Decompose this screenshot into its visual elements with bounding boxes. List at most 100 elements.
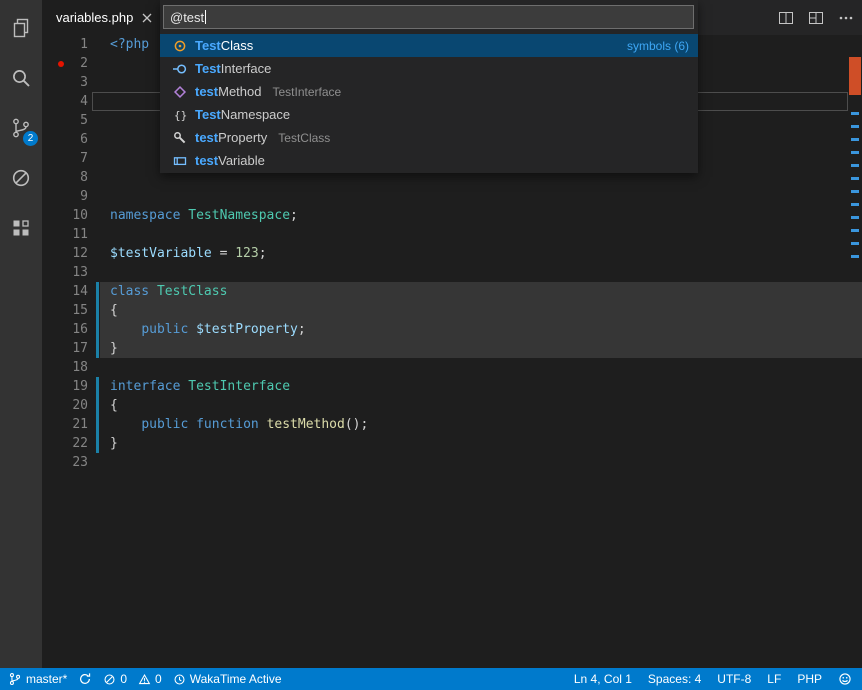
gutter: 13 — [42, 263, 100, 282]
line-number: 17 — [42, 339, 88, 358]
gutter: 7 — [42, 149, 100, 168]
git-modified-indicator — [96, 320, 99, 339]
code-text — [100, 187, 862, 206]
branch-icon — [8, 672, 22, 686]
gutter: 4 — [42, 92, 100, 111]
status-sync[interactable] — [78, 672, 92, 686]
quick-open-item-testProperty[interactable]: testPropertyTestClass — [160, 126, 698, 149]
code-line-18[interactable]: 18 — [42, 358, 862, 377]
code-text: interface TestInterface — [100, 377, 862, 396]
code-line-21[interactable]: 21 public function testMethod(); — [42, 415, 862, 434]
line-number: 4 — [42, 92, 88, 111]
quick-open-item-TestClass[interactable]: TestClasssymbols (6) — [160, 34, 698, 57]
quick-open-item-TestNamespace[interactable]: {} TestNamespace — [160, 103, 698, 126]
line-number: 15 — [42, 301, 88, 320]
git-modified-indicator — [96, 434, 99, 453]
code-line-22[interactable]: 22} — [42, 434, 862, 453]
symbol-property-icon — [172, 130, 188, 146]
code-line-23[interactable]: 23 — [42, 453, 862, 472]
code-text — [100, 358, 862, 377]
code-text — [100, 263, 862, 282]
quick-open-widget: @test TestClasssymbols (6)TestInterfacet… — [160, 0, 698, 173]
search-icon — [9, 66, 33, 90]
line-number: 6 — [42, 130, 88, 149]
quick-open-item-testVariable[interactable]: testVariable — [160, 149, 698, 172]
quick-open-item-TestInterface[interactable]: TestInterface — [160, 57, 698, 80]
status-warnings-label: 0 — [155, 672, 162, 686]
warning-icon — [138, 673, 151, 686]
status-eol-label: LF — [767, 672, 781, 686]
code-text: public function testMethod(); — [100, 415, 862, 434]
code-line-15[interactable]: 15 { — [42, 301, 862, 320]
svg-text:{}: {} — [174, 109, 187, 122]
activity-source-control-button[interactable]: 2 — [0, 103, 42, 153]
line-number: 10 — [42, 206, 88, 225]
line-number: 20 — [42, 396, 88, 415]
ruler-match-marker — [851, 216, 859, 219]
line-number: 3 — [42, 73, 88, 92]
code-text: { — [100, 301, 862, 320]
split-editor-icon[interactable] — [778, 10, 794, 26]
ruler-match-marker — [851, 138, 859, 141]
results-count: symbols (6) — [627, 39, 689, 53]
symbol-label: TestNamespace — [195, 107, 290, 122]
line-number: 5 — [42, 111, 88, 130]
status-wakatime[interactable]: WakaTime Active — [173, 672, 282, 686]
status-cursor-position[interactable]: Ln 4, Col 1 — [574, 672, 632, 686]
code-text: { — [100, 396, 862, 415]
status-indentation[interactable]: Spaces: 4 — [648, 672, 701, 686]
code-line-13[interactable]: 13 — [42, 263, 862, 282]
code-line-14[interactable]: 14class TestClass — [42, 282, 862, 301]
symbol-interface-icon — [172, 61, 188, 77]
code-line-17[interactable]: 17} — [42, 339, 862, 358]
status-errors[interactable]: 0 — [103, 672, 127, 686]
status-branch[interactable]: master* — [8, 672, 67, 686]
ruler-match-marker — [851, 151, 859, 154]
status-eol[interactable]: LF — [767, 672, 781, 686]
code-line-12[interactable]: 12$testVariable = 123; — [42, 244, 862, 263]
status-bar: master* 0 0 WakaTime Active Ln 4, Col 1 Spac… — [0, 668, 862, 690]
code-line-20[interactable]: 20 { — [42, 396, 862, 415]
tab-variables-php[interactable]: variables.php — [42, 0, 162, 35]
text-cursor — [205, 10, 206, 24]
code-line-16[interactable]: 16 public $testProperty; — [42, 320, 862, 339]
activity-search-button[interactable] — [0, 53, 42, 103]
quick-open-query: @test — [170, 10, 204, 25]
symbol-label: testProperty — [195, 130, 267, 145]
gutter: 20 — [42, 396, 100, 415]
quick-open-input[interactable]: @test — [163, 5, 694, 29]
status-language[interactable]: PHP — [797, 672, 822, 686]
line-number: 18 — [42, 358, 88, 377]
status-branch-label: master* — [26, 672, 67, 686]
code-line-9[interactable]: 9 — [42, 187, 862, 206]
activity-debug-button[interactable] — [0, 153, 42, 203]
tab-title: variables.php — [56, 10, 133, 25]
editor-actions — [778, 0, 854, 35]
gutter: 8 — [42, 168, 100, 187]
symbol-label: testVariable — [195, 153, 265, 168]
gutter: 9 — [42, 187, 100, 206]
code-line-19[interactable]: 19interface TestInterface — [42, 377, 862, 396]
quick-open-item-testMethod[interactable]: testMethodTestInterface — [160, 80, 698, 103]
explorer-icon — [9, 16, 33, 40]
ruler-match-marker — [851, 125, 859, 128]
overview-ruler-scrollbar[interactable] — [848, 35, 862, 668]
status-warnings[interactable]: 0 — [138, 672, 162, 686]
toggle-layout-icon[interactable] — [808, 10, 824, 26]
close-icon[interactable] — [142, 13, 152, 23]
status-encoding[interactable]: UTF-8 — [717, 672, 751, 686]
activity-explorer-button[interactable] — [0, 3, 42, 53]
activity-extensions-button[interactable] — [0, 203, 42, 253]
gutter: 3 — [42, 73, 100, 92]
code-line-10[interactable]: 10namespace TestNamespace; — [42, 206, 862, 225]
gutter: 19 — [42, 377, 100, 396]
line-number: 21 — [42, 415, 88, 434]
code-line-11[interactable]: 11 — [42, 225, 862, 244]
git-modified-indicator — [96, 339, 99, 358]
gutter: 11 — [42, 225, 100, 244]
debug-icon — [9, 166, 33, 190]
status-feedback[interactable] — [838, 672, 852, 686]
line-number: 1 — [42, 35, 88, 54]
more-actions-icon[interactable] — [838, 10, 854, 26]
gutter: 10 — [42, 206, 100, 225]
